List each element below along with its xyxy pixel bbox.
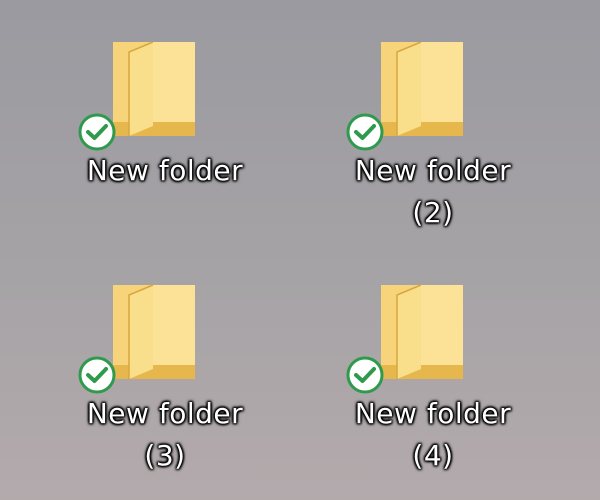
sync-ok-check-icon	[77, 355, 117, 395]
folder-name-line2: (3)	[144, 439, 186, 472]
folder-icon	[103, 283, 203, 383]
folder-name-line1: New folder	[354, 397, 512, 430]
folder-name-line1: New folder	[354, 154, 512, 187]
folder-name-line2: (2)	[412, 196, 454, 229]
folder-icon	[371, 40, 471, 140]
folder-shortcut-new-folder-2[interactable]: New folder (2)	[323, 40, 543, 250]
sync-ok-check-icon	[345, 355, 385, 395]
folder-shortcut-new-folder[interactable]: New folder	[55, 40, 275, 250]
desktop: New folder New folder (2) New folder (3)…	[0, 0, 600, 500]
folder-name-label: New folder (3)	[55, 393, 275, 477]
folder-name-label: New folder	[55, 150, 275, 192]
folder-name-line1: New folder	[86, 154, 244, 187]
sync-ok-check-icon	[345, 112, 385, 152]
folder-name-label: New folder (2)	[323, 150, 543, 234]
folder-name-label: New folder (4)	[323, 393, 543, 477]
folder-icon	[371, 283, 471, 383]
folder-shortcut-new-folder-4[interactable]: New folder (4)	[323, 283, 543, 493]
folder-shortcut-new-folder-3[interactable]: New folder (3)	[55, 283, 275, 493]
folder-name-line1: New folder	[86, 397, 244, 430]
folder-name-line2: (4)	[412, 439, 454, 472]
folder-icon	[103, 40, 203, 140]
sync-ok-check-icon	[77, 112, 117, 152]
